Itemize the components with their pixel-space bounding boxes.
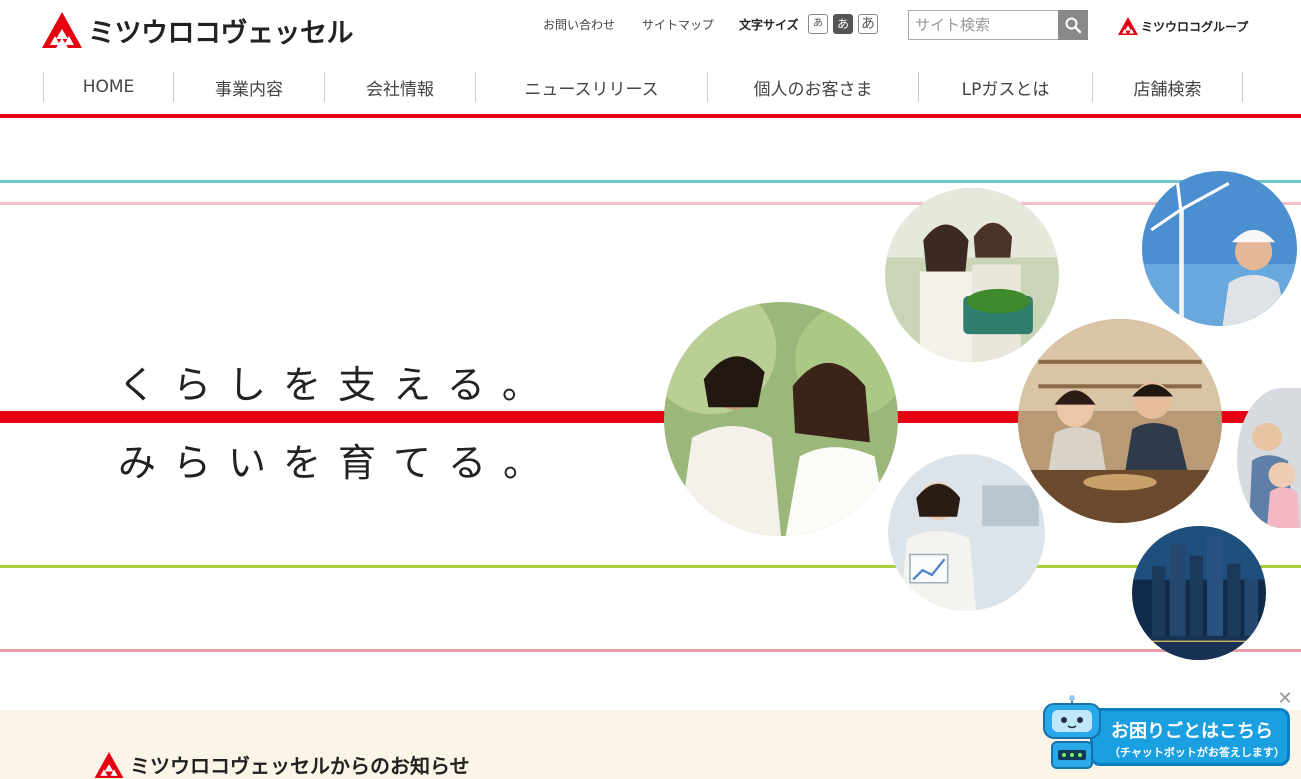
- font-size-small-button[interactable]: あ: [808, 14, 828, 34]
- group-logo[interactable]: ミツウロコグループ: [1118, 16, 1248, 36]
- search-icon: [1065, 17, 1082, 34]
- photo-city-night: [1132, 526, 1266, 660]
- site-logo-text: ミツウロコヴェッセル: [88, 17, 354, 49]
- notice-title-text: ミツウロコヴェッセルからのお知らせ: [130, 754, 470, 778]
- font-size-label: 文字サイズ: [739, 18, 799, 32]
- hero-section: くらしを支える。 みらいを育てる。: [0, 118, 1301, 710]
- nav-item-personal[interactable]: 個人のお客さま: [707, 72, 918, 102]
- nav-item-lpgas[interactable]: LPガスとは: [918, 72, 1092, 102]
- photo-dinner-party: [1018, 319, 1222, 523]
- chatbot-main-text: お困りごとはこちら: [1111, 721, 1273, 742]
- nav-item-company[interactable]: 会社情報: [324, 72, 475, 102]
- triangle-logo-icon: [42, 12, 82, 48]
- search-button[interactable]: [1058, 10, 1088, 40]
- nav-item-store-search[interactable]: 店舗検索: [1092, 72, 1243, 102]
- sitemap-link[interactable]: サイトマップ: [642, 16, 714, 34]
- nav-item-business[interactable]: 事業内容: [173, 72, 324, 102]
- font-size-large-button[interactable]: あ: [858, 14, 878, 34]
- notice-heading: ミツウロコヴェッセルからのお知らせ: [94, 750, 470, 779]
- photo-office-worker: [888, 454, 1045, 611]
- hero-stripe-rose: [0, 649, 1301, 652]
- hero-stripe-pink: [0, 202, 1301, 205]
- chatbot-sub-text: （チャットボットがお答えします）: [1109, 746, 1285, 759]
- close-icon[interactable]: ✕: [1276, 690, 1294, 708]
- nav-item-news[interactable]: ニュースリリース: [475, 72, 707, 102]
- photo-wind-turbine: [1142, 171, 1297, 326]
- site-search: [908, 10, 1088, 40]
- hero-stripe-green: [0, 565, 1301, 568]
- photo-farmers: [885, 188, 1059, 362]
- chatbot-button[interactable]: お困りごとはこちら （チャットボットがお答えします）: [1090, 708, 1290, 766]
- group-triangle-icon: [1118, 17, 1138, 35]
- global-nav: HOME 事業内容 会社情報 ニュースリリース 個人のお客さま LPガスとは 店…: [43, 72, 1243, 102]
- notice-triangle-icon: [94, 751, 124, 778]
- chatbot-widget[interactable]: お困りごとはこちら （チャットボットがお答えします） ✕: [1040, 690, 1294, 774]
- contact-link[interactable]: お問い合わせ: [543, 16, 615, 34]
- site-header: ミツウロコヴェッセル お問い合わせ サイトマップ 文字サイズ あ あ あ ミツウ…: [0, 0, 1301, 118]
- font-size-medium-button[interactable]: あ: [833, 14, 853, 34]
- nav-item-home[interactable]: HOME: [43, 72, 173, 102]
- hero-tagline-line1: くらしを支える。: [118, 363, 557, 407]
- hero-stripe-teal: [0, 180, 1301, 183]
- group-logo-text: ミツウロコグループ: [1141, 19, 1249, 34]
- photo-family: [1237, 388, 1301, 528]
- search-input[interactable]: [908, 10, 1058, 40]
- photo-mother-daughter: [664, 302, 898, 536]
- site-logo[interactable]: ミツウロコヴェッセル: [42, 12, 354, 49]
- hero-tagline-line2: みらいを育てる。: [118, 441, 559, 485]
- robot-icon: [1043, 695, 1101, 769]
